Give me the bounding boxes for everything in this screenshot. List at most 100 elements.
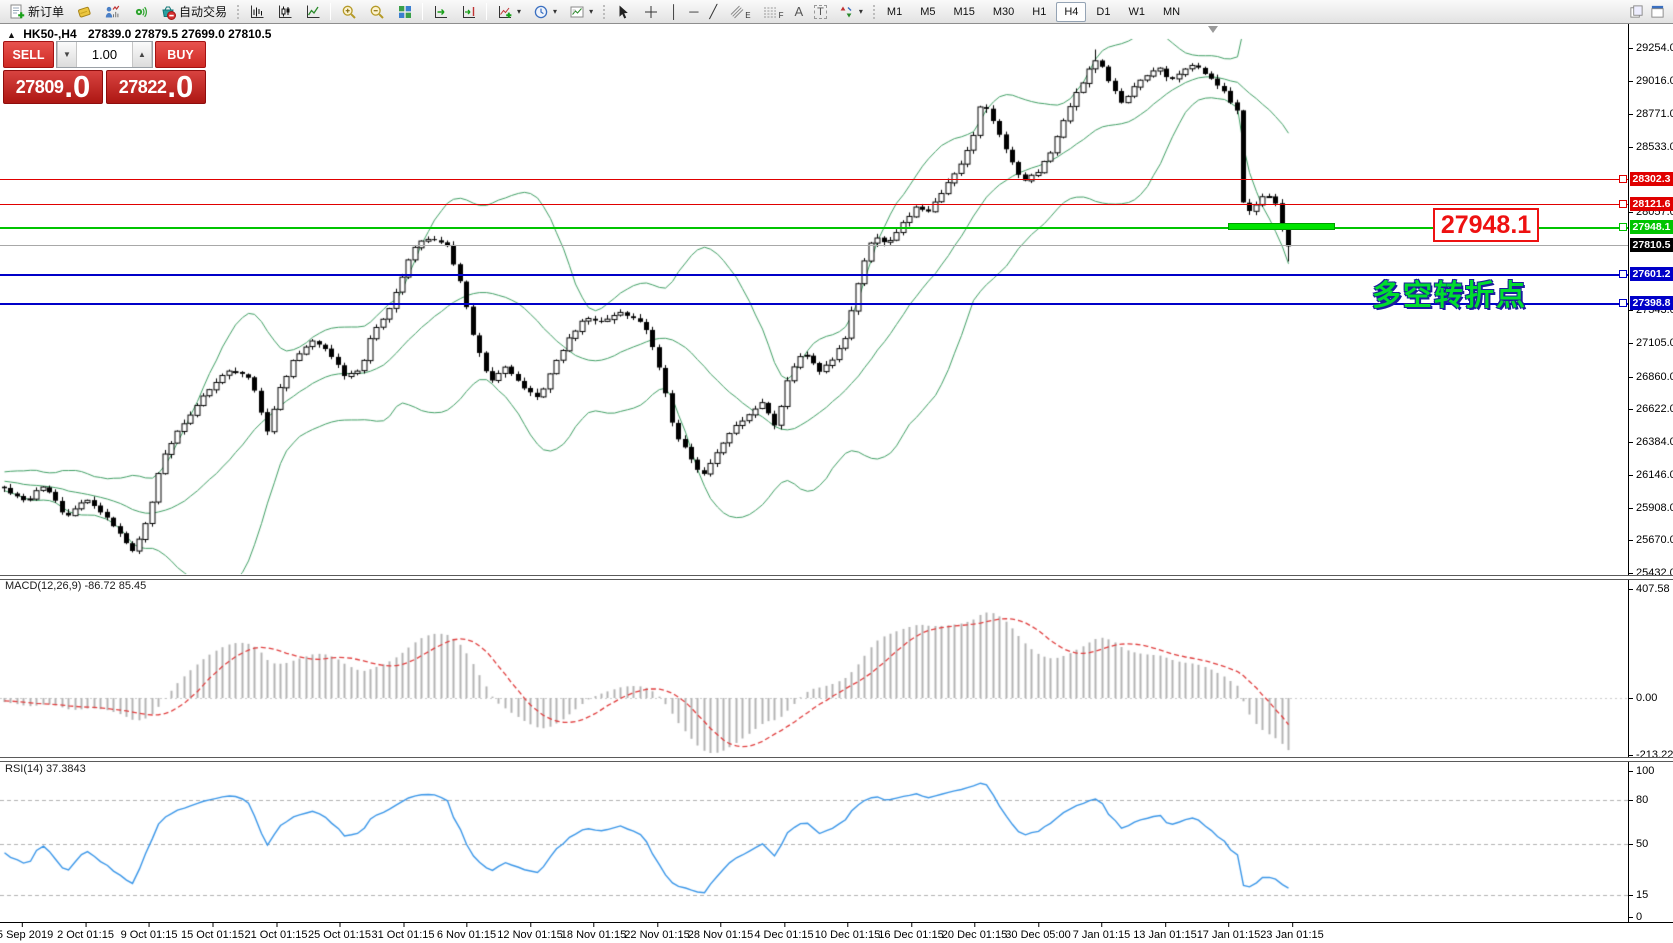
symbol-period-label: HK50-,H4: [23, 27, 76, 41]
volume-decrease-button[interactable]: ▼: [57, 42, 77, 67]
trendline-icon: ╱: [709, 4, 717, 20]
time-axis-label: 17 Jan 01:15: [1197, 929, 1261, 941]
timeframe-button-w1[interactable]: W1: [1120, 2, 1153, 22]
timeframe-button-mn[interactable]: MN: [1155, 2, 1188, 22]
time-axis[interactable]: 25 Sep 20192 Oct 01:159 Oct 01:1515 Oct …: [0, 922, 1628, 943]
autotrading-label: 自动交易: [179, 3, 227, 20]
trendline-tool-button[interactable]: ╱: [704, 2, 722, 22]
line-drag-handle[interactable]: [1619, 200, 1627, 208]
zoom-out-button[interactable]: [363, 2, 390, 22]
timeframe-button-d1[interactable]: D1: [1088, 2, 1118, 22]
channel-letter: E: [745, 11, 750, 20]
line-drag-handle[interactable]: [1619, 299, 1627, 307]
timeframe-button-m1[interactable]: M1: [879, 2, 910, 22]
line-chart-button[interactable]: [299, 2, 326, 22]
window-icon[interactable]: [1628, 3, 1645, 20]
volume-spinner: ▼ ▲: [56, 41, 153, 68]
fibonacci-tool-button[interactable]: F: [757, 2, 789, 22]
candlestick-chart-button[interactable]: [271, 2, 298, 22]
sell-price-button[interactable]: 27809 .0: [3, 70, 103, 104]
chart-shift-button[interactable]: [455, 2, 482, 22]
indicators-button[interactable]: ▾: [491, 2, 526, 22]
price-level-tag: 27601.2: [1630, 267, 1673, 281]
zoom-in-icon: [340, 3, 357, 20]
periods-button[interactable]: ▾: [527, 2, 562, 22]
toolbar-grip[interactable]: [871, 3, 876, 20]
auto-scroll-button[interactable]: [427, 2, 454, 22]
zoom-in-button[interactable]: [335, 2, 362, 22]
bar-chart-button[interactable]: [243, 2, 270, 22]
time-axis-label: 18 Nov 01:15: [561, 929, 626, 941]
price-axis-tick: 28771.0: [1636, 107, 1673, 121]
price-level-tag: 27948.1: [1630, 220, 1673, 234]
price-axis-tick: 26622.0: [1636, 402, 1673, 416]
pane-separator[interactable]: [0, 575, 1673, 580]
line-chart-icon: [304, 3, 321, 20]
green-highlight-segment[interactable]: [1228, 223, 1335, 230]
crosshair-tool-button[interactable]: [637, 2, 664, 22]
turning-point-annotation[interactable]: 多空转折点: [1372, 272, 1527, 314]
chart-shift-marker[interactable]: [1208, 26, 1218, 33]
new-order-button[interactable]: 新订单: [3, 2, 69, 22]
periods-clock-icon: [532, 3, 549, 20]
buy-price-button[interactable]: 27822 .0: [106, 70, 206, 104]
bar-chart-icon: [248, 3, 265, 20]
equidistant-channel-icon: [728, 3, 745, 20]
price-axis-tick: 26384.0: [1636, 435, 1673, 449]
price-axis-tick: 29016.0: [1636, 74, 1673, 88]
vertical-line-icon: │: [670, 4, 678, 19]
toolbar-grip[interactable]: [601, 3, 606, 20]
timeframe-button-h4[interactable]: H4: [1056, 2, 1086, 22]
price-chart-canvas[interactable]: [0, 24, 1628, 943]
time-axis-label: 7 Jan 01:15: [1073, 929, 1131, 941]
templates-button[interactable]: ▾: [563, 2, 598, 22]
line-drag-handle[interactable]: [1619, 175, 1627, 183]
horizontal-line-tool-button[interactable]: ─: [684, 2, 703, 22]
toolbar-grip[interactable]: [235, 3, 240, 20]
label-tool-button[interactable]: T: [809, 2, 832, 22]
buy-price-main: 27822: [119, 77, 167, 98]
price-axis-tick: 80: [1636, 793, 1648, 807]
sell-price-main: 27809: [16, 77, 64, 98]
candlestick-chart-icon: [276, 3, 293, 20]
line-drag-handle[interactable]: [1619, 270, 1627, 278]
cursor-tool-button[interactable]: [609, 2, 636, 22]
price-level-line[interactable]: [0, 179, 1628, 180]
arrows-tool-button[interactable]: ▾: [833, 2, 868, 22]
text-label-icon: T: [814, 5, 827, 19]
text-tool-button[interactable]: A: [789, 2, 808, 22]
autotrading-icon: [159, 3, 176, 20]
timeframe-toolbar: M1M5M15M30H1H4D1W1MN: [879, 2, 1188, 22]
buy-button[interactable]: BUY: [155, 41, 206, 68]
macd-indicator-label: MACD(12,26,9) -86.72 85.45: [5, 580, 146, 592]
timeframe-button-m30[interactable]: M30: [985, 2, 1022, 22]
time-axis-label: 9 Oct 01:15: [121, 929, 178, 941]
price-level-line[interactable]: [0, 204, 1628, 205]
sounds-button[interactable]: [126, 2, 153, 22]
current-price-line: [0, 245, 1628, 246]
timeframe-button-m15[interactable]: M15: [945, 2, 982, 22]
volume-increase-button[interactable]: ▲: [132, 42, 152, 67]
timeframe-button-h1[interactable]: H1: [1024, 2, 1054, 22]
tile-windows-button[interactable]: [391, 2, 418, 22]
price-level-line[interactable]: [0, 227, 1628, 229]
timeframe-button-m5[interactable]: M5: [912, 2, 943, 22]
window-icon[interactable]: [1649, 3, 1666, 20]
pane-separator[interactable]: [0, 757, 1673, 762]
time-axis-label: 6 Nov 01:15: [437, 929, 496, 941]
one-click-collapse-arrow[interactable]: ▲: [7, 30, 16, 40]
market-watch-button[interactable]: [98, 2, 125, 22]
sell-button[interactable]: SELL: [3, 41, 54, 68]
autotrading-button[interactable]: 自动交易: [154, 2, 232, 22]
auto-scroll-icon: [432, 3, 449, 20]
volume-input[interactable]: [77, 42, 132, 67]
time-axis-label: 21 Oct 01:15: [245, 929, 308, 941]
price-callout-label[interactable]: 27948.1: [1433, 208, 1539, 242]
fibo-letter: F: [779, 11, 784, 20]
vertical-line-tool-button[interactable]: │: [665, 2, 683, 22]
price-axis[interactable]: 29254.029016.028771.028533.028057.027343…: [1628, 24, 1673, 922]
line-drag-handle[interactable]: [1619, 223, 1627, 231]
channel-tool-button[interactable]: E: [723, 2, 755, 22]
history-center-button[interactable]: [70, 2, 97, 22]
chevron-down-icon: ▾: [553, 7, 557, 16]
